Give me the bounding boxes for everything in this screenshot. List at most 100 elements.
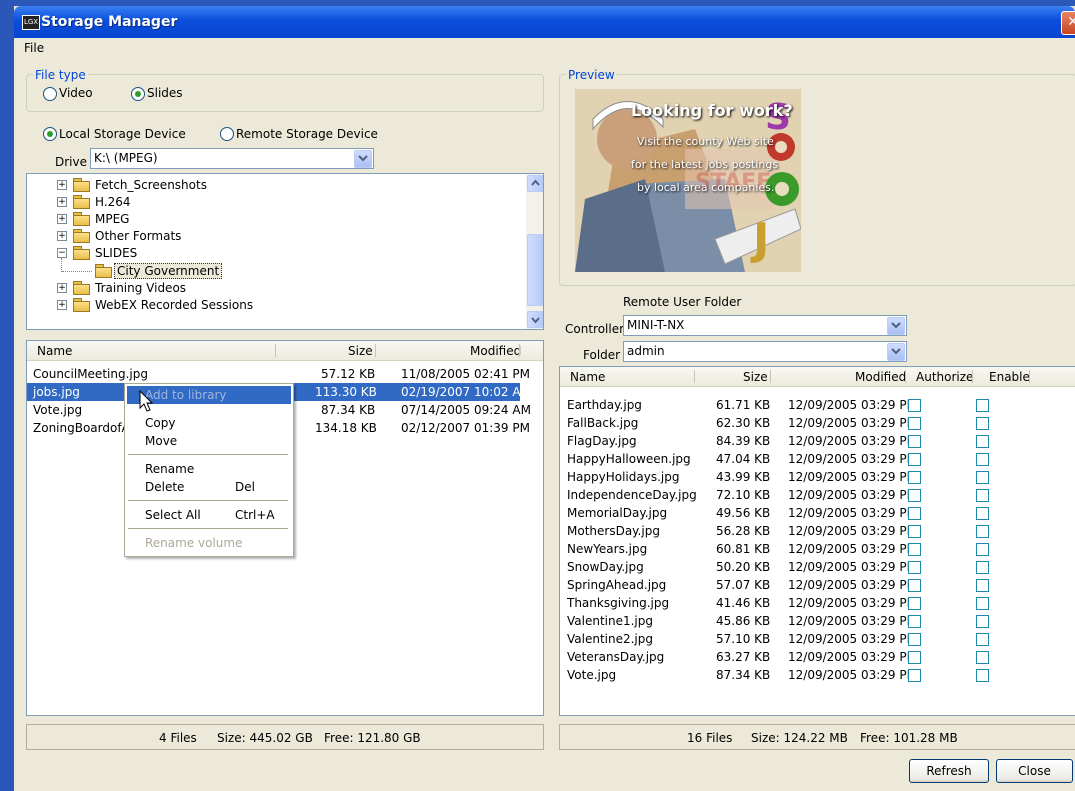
enable-checkbox[interactable] — [976, 633, 989, 646]
enable-checkbox[interactable] — [976, 597, 989, 610]
tree-item-fetch-screenshots[interactable]: + Fetch_Screenshots — [27, 176, 522, 193]
table-row[interactable]: IndependenceDay.jpg 72.10 KB 12/09/2005 03… — [560, 486, 1075, 504]
local-storage-label[interactable]: Local Storage Device — [59, 127, 186, 141]
table-row[interactable]: HappyHolidays.jpg 43.99 KB 12/09/2005 03:2… — [560, 468, 1075, 486]
scroll-thumb[interactable] — [527, 234, 543, 306]
authorize-checkbox[interactable] — [908, 597, 921, 610]
table-row[interactable]: FlagDay.jpg 84.39 KB 12/09/2005 03:29 PM — [560, 432, 1075, 450]
enable-checkbox[interactable] — [976, 561, 989, 574]
enable-checkbox[interactable] — [976, 399, 989, 412]
authorize-checkbox[interactable] — [908, 489, 921, 502]
enable-checkbox[interactable] — [976, 453, 989, 466]
menu-item-copy[interactable]: Copy — [145, 416, 175, 430]
table-row[interactable]: SpringAhead.jpg 57.07 KB 12/09/2005 03:29 … — [560, 576, 1075, 594]
column-divider[interactable] — [275, 344, 276, 357]
table-row[interactable]: Thanksgiving.jpg 41.46 KB 12/09/2005 03:29… — [560, 594, 1075, 612]
slides-radio-label[interactable]: Slides — [147, 86, 183, 100]
enable-checkbox[interactable] — [976, 651, 989, 664]
chevron-down-icon[interactable] — [354, 150, 372, 168]
window-close-button[interactable]: ✕ — [1061, 11, 1075, 35]
expand-icon[interactable]: + — [57, 283, 67, 293]
enable-checkbox[interactable] — [976, 417, 989, 430]
close-button[interactable]: Close — [996, 759, 1073, 783]
remote-storage-label[interactable]: Remote Storage Device — [236, 127, 378, 141]
title-bar[interactable]: LGX Storage Manager ✕ — [14, 6, 1075, 38]
table-row[interactable]: SnowDay.jpg 50.20 KB 12/09/2005 03:29 PM — [560, 558, 1075, 576]
menu-item-add-to-library[interactable]: Add to library — [145, 388, 227, 402]
video-radio[interactable] — [43, 87, 57, 101]
scroll-down-icon[interactable] — [527, 311, 543, 328]
chevron-down-icon[interactable] — [887, 317, 905, 335]
controller-select[interactable]: MINI-T-NX — [623, 315, 907, 336]
enable-checkbox[interactable] — [976, 579, 989, 592]
remote-storage-radio[interactable] — [220, 127, 234, 141]
enable-checkbox[interactable] — [976, 615, 989, 628]
menu-item-select-all[interactable]: Select All — [145, 508, 201, 522]
authorize-checkbox[interactable] — [908, 471, 921, 484]
tree-item-training-videos[interactable]: + Training Videos — [27, 279, 522, 296]
folder-tree[interactable]: + Fetch_Screenshots + H.264 + MPEG + Oth… — [26, 173, 544, 330]
authorize-checkbox[interactable] — [908, 525, 921, 538]
authorize-checkbox[interactable] — [908, 543, 921, 556]
tree-item-slides[interactable]: − SLIDES — [27, 244, 522, 261]
table-row[interactable]: MemorialDay.jpg 49.56 KB 12/09/2005 03:29 … — [560, 504, 1075, 522]
table-row[interactable]: NewYears.jpg 60.81 KB 12/09/2005 03:29 PM — [560, 540, 1075, 558]
collapse-icon[interactable]: − — [57, 248, 67, 258]
authorize-checkbox[interactable] — [908, 507, 921, 520]
enable-checkbox[interactable] — [976, 669, 989, 682]
refresh-button[interactable]: Refresh — [909, 759, 989, 783]
drive-select[interactable]: K:\ (MPEG) — [90, 148, 374, 169]
enable-checkbox[interactable] — [976, 489, 989, 502]
tree-item-h264[interactable]: + H.264 — [27, 193, 522, 210]
table-row[interactable]: CouncilMeeting.jpg 57.12 KB 11/08/2005 0… — [27, 365, 543, 383]
menu-item-move[interactable]: Move — [145, 434, 177, 448]
authorize-checkbox[interactable] — [908, 669, 921, 682]
enable-checkbox[interactable] — [976, 507, 989, 520]
authorize-checkbox[interactable] — [908, 561, 921, 574]
table-row[interactable]: FallBack.jpg 62.30 KB 12/09/2005 03:29 PM — [560, 414, 1075, 432]
table-row[interactable]: Valentine1.jpg 45.86 KB 12/09/2005 03:29 P… — [560, 612, 1075, 630]
table-row[interactable]: VeteransDay.jpg 63.27 KB 12/09/2005 03:29 … — [560, 648, 1075, 666]
table-row[interactable]: HappyHalloween.jpg 47.04 KB 12/09/2005 03:… — [560, 450, 1075, 468]
authorize-checkbox[interactable] — [908, 435, 921, 448]
column-header-size[interactable]: Size — [348, 344, 373, 358]
video-radio-label[interactable]: Video — [59, 86, 93, 100]
column-header-name[interactable]: Name — [37, 344, 72, 358]
enable-checkbox[interactable] — [976, 525, 989, 538]
folder-select[interactable]: admin — [623, 341, 907, 362]
tree-item-city-government[interactable]: City Government — [27, 262, 522, 279]
expand-icon[interactable]: + — [57, 300, 67, 310]
expand-icon[interactable]: + — [57, 231, 67, 241]
authorize-checkbox[interactable] — [908, 453, 921, 466]
menu-file[interactable]: File — [24, 41, 44, 55]
slides-radio[interactable] — [131, 87, 145, 101]
menu-item-delete[interactable]: Delete — [145, 480, 184, 494]
authorize-checkbox[interactable] — [908, 417, 921, 430]
column-divider[interactable] — [375, 344, 376, 357]
expand-icon[interactable]: + — [57, 214, 67, 224]
table-row[interactable]: Vote.jpg 87.34 KB 12/09/2005 03:29 PM — [560, 666, 1075, 684]
authorize-checkbox[interactable] — [908, 651, 921, 664]
remote-file-list[interactable]: Name Size Modified Authorize Enable Eart… — [559, 366, 1075, 716]
expand-icon[interactable]: + — [57, 197, 67, 207]
column-divider[interactable] — [519, 344, 520, 357]
tree-item-mpeg[interactable]: + MPEG — [27, 210, 522, 227]
authorize-checkbox[interactable] — [908, 615, 921, 628]
enable-checkbox[interactable] — [976, 543, 989, 556]
tree-scrollbar[interactable] — [526, 174, 543, 329]
authorize-checkbox[interactable] — [908, 579, 921, 592]
tree-item-other-formats[interactable]: + Other Formats — [27, 227, 522, 244]
table-row[interactable]: Valentine2.jpg 57.10 KB 12/09/2005 03:29 P… — [560, 630, 1075, 648]
enable-checkbox[interactable] — [976, 435, 989, 448]
table-row[interactable]: Earthday.jpg 61.71 KB 12/09/2005 03:29 PM — [560, 396, 1075, 414]
scroll-up-icon[interactable] — [527, 175, 543, 192]
menu-item-rename[interactable]: Rename — [145, 462, 194, 476]
authorize-checkbox[interactable] — [908, 399, 921, 412]
column-header-modified[interactable]: Modified — [470, 344, 521, 358]
tree-item-webex[interactable]: + WebEX Recorded Sessions — [27, 296, 522, 313]
chevron-down-icon[interactable] — [887, 343, 905, 361]
table-row[interactable]: MothersDay.jpg 56.28 KB 12/09/2005 03:29 P… — [560, 522, 1075, 540]
expand-icon[interactable]: + — [57, 180, 67, 190]
authorize-checkbox[interactable] — [908, 633, 921, 646]
local-storage-radio[interactable] — [43, 127, 57, 141]
